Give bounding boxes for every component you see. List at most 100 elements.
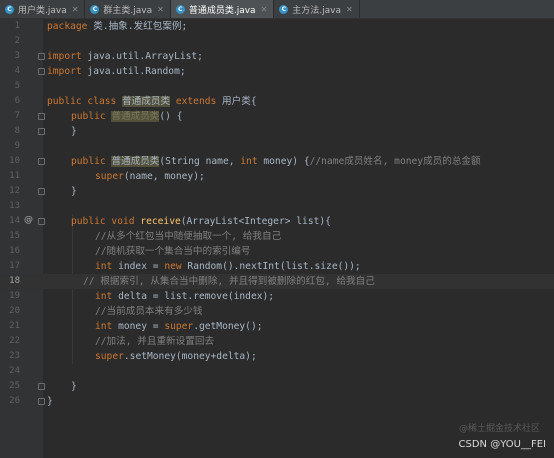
code-line[interactable]: 10 public 普通成员类(String name, int money) {… — [0, 154, 554, 169]
code-line[interactable]: 11 super(name, money); — [0, 169, 554, 184]
line-number: 10 — [9, 156, 20, 166]
code-line[interactable]: 25} — [0, 379, 554, 394]
code-text[interactable]: super.setMoney(money+delta); — [95, 349, 257, 364]
tab-label: 用户类.java — [18, 5, 67, 16]
java-class-icon: C — [5, 4, 14, 14]
line-number: 22 — [9, 336, 20, 346]
line-number: 1 — [14, 21, 20, 31]
tab-group-owner-class[interactable]: C 群主类.java ✕ — [85, 0, 171, 18]
close-icon[interactable]: ✕ — [261, 5, 268, 14]
code-text[interactable]: public class 普通成员类 extends 用户类{ — [47, 94, 257, 109]
code-line[interactable]: 13 — [0, 199, 554, 214]
line-number: 15 — [9, 231, 20, 241]
code-text[interactable]: } — [71, 184, 77, 199]
fold-icon[interactable] — [38, 398, 45, 405]
tab-label: 普通成员类.java — [188, 5, 256, 16]
code-line[interactable]: 4 import java.util.Random; — [0, 64, 554, 79]
code-line[interactable]: 22 //加法, 并且重新设置回去 — [0, 334, 554, 349]
code-line[interactable]: 17 int index = new Random().nextInt(list.… — [0, 259, 554, 274]
code-text[interactable]: } — [47, 394, 53, 409]
code-text[interactable]: import java.util.ArrayList; — [47, 49, 203, 64]
fold-icon[interactable] — [38, 188, 45, 195]
line-number: 8 — [14, 126, 20, 136]
line-number: 23 — [9, 351, 20, 361]
line-number: 13 — [9, 201, 20, 211]
code-line[interactable]: 14 @ public void receive(ArrayList<Integer… — [0, 214, 554, 229]
close-icon[interactable]: ✕ — [72, 5, 79, 14]
code-text[interactable]: import java.util.Random; — [47, 64, 186, 79]
csdn-watermark: CSDN @YOU__FEI — [458, 439, 546, 450]
line-number: 9 — [14, 141, 20, 151]
line-number: 14 — [9, 216, 20, 226]
java-class-icon: C — [279, 4, 289, 14]
tab-member-class[interactable]: C 普通成员类.java ✕ — [170, 0, 275, 18]
tab-label: 群主类.java — [103, 5, 153, 16]
code-text[interactable]: int money = super.getMoney(); — [95, 319, 263, 334]
code-line[interactable]: 1 package 类.抽象.发红包案例; — [0, 19, 554, 34]
code-line[interactable]: 6 public class 普通成员类 extends 用户类{ — [0, 94, 554, 109]
line-number: 25 — [9, 381, 20, 391]
fold-icon[interactable] — [38, 218, 45, 225]
fold-icon[interactable] — [38, 128, 45, 135]
code-line[interactable]: 19 int delta = list.remove(index); — [0, 289, 554, 304]
fold-icon[interactable] — [38, 158, 45, 165]
code-line[interactable]: 16 //随机获取一个集合当中的索引编号 — [0, 244, 554, 259]
tab-user-class[interactable]: C 用户类.java ✕ — [0, 0, 86, 18]
code-text[interactable]: public 普通成员类() { — [71, 109, 183, 124]
code-text[interactable]: } — [71, 379, 77, 394]
code-text[interactable]: //随机获取一个集合当中的索引编号 — [95, 244, 250, 259]
line-number: 12 — [9, 186, 20, 196]
line-number: 21 — [9, 321, 20, 331]
line-number: 19 — [9, 291, 20, 301]
line-number: 11 — [9, 171, 20, 181]
code-text[interactable]: public 普通成员类(String name, int money) {//… — [71, 154, 481, 169]
code-line-current[interactable]: 18 // 根据索引, 从集合当中删除, 并且得到被删除的红包, 给我自己 — [0, 274, 554, 289]
code-line[interactable]: 7 public 普通成员类() { — [0, 109, 554, 124]
close-icon[interactable]: ✕ — [157, 5, 164, 14]
line-number: 6 — [14, 96, 20, 106]
code-line[interactable]: 23 super.setMoney(money+delta); — [0, 349, 554, 364]
line-number: 7 — [14, 111, 20, 121]
code-line[interactable]: 26} — [0, 394, 554, 409]
code-line[interactable]: 20 //当前成员本来有多少钱 — [0, 304, 554, 319]
code-line[interactable]: 3 import java.util.ArrayList; — [0, 49, 554, 64]
code-line[interactable]: 21 int money = super.getMoney(); — [0, 319, 554, 334]
code-line[interactable]: 5 — [0, 79, 554, 94]
line-number: 20 — [9, 306, 20, 316]
code-text[interactable]: // 根据索引, 从集合当中删除, 并且得到被删除的红包, 给我自己 — [83, 274, 375, 289]
java-class-icon: C — [90, 4, 100, 14]
line-number: 5 — [14, 81, 20, 91]
code-text[interactable]: int delta = list.remove(index); — [95, 289, 274, 304]
code-line[interactable]: 12} — [0, 184, 554, 199]
fold-icon[interactable] — [38, 53, 45, 60]
code-line[interactable]: 2 — [0, 34, 554, 49]
code-text[interactable]: package 类.抽象.发红包案例; — [47, 19, 187, 34]
faint-watermark: @稀土掘金技术社区 — [458, 424, 540, 434]
code-text[interactable]: super(name, money); — [95, 169, 205, 184]
tab-main-method[interactable]: C 主方法.java ✕ — [274, 0, 360, 18]
line-number: 17 — [9, 261, 20, 271]
close-icon[interactable]: ✕ — [346, 5, 353, 14]
java-class-icon: C — [175, 4, 185, 14]
code-text[interactable]: //当前成员本来有多少钱 — [95, 304, 203, 319]
line-number: 2 — [14, 36, 20, 46]
code-line[interactable]: 24 — [0, 364, 554, 379]
fold-icon[interactable] — [38, 68, 45, 75]
code-line[interactable]: 8} — [0, 124, 554, 139]
code-text[interactable]: public void receive(ArrayList<Integer> l… — [71, 214, 331, 229]
editor-tab-bar: C 用户类.java ✕ C 群主类.java ✕ C 普通成员类.java ✕ C 主方法.… — [0, 0, 554, 19]
line-number: 26 — [9, 396, 20, 406]
code-line[interactable]: 9 — [0, 139, 554, 154]
code-text[interactable]: } — [71, 124, 77, 139]
line-number: 18 — [9, 276, 20, 286]
fold-icon[interactable] — [38, 383, 45, 390]
line-number: 3 — [14, 51, 20, 61]
code-text[interactable]: //加法, 并且重新设置回去 — [95, 334, 214, 349]
line-number: 16 — [9, 246, 20, 256]
fold-icon[interactable] — [38, 113, 45, 120]
code-text[interactable]: //从多个红包当中随便抽取一个, 给我自己 — [95, 229, 281, 244]
override-marker-icon[interactable]: @ — [24, 215, 33, 225]
line-number: 24 — [9, 366, 20, 376]
code-text[interactable]: int index = new Random().nextInt(list.si… — [95, 259, 361, 274]
code-line[interactable]: 15 //从多个红包当中随便抽取一个, 给我自己 — [0, 229, 554, 244]
